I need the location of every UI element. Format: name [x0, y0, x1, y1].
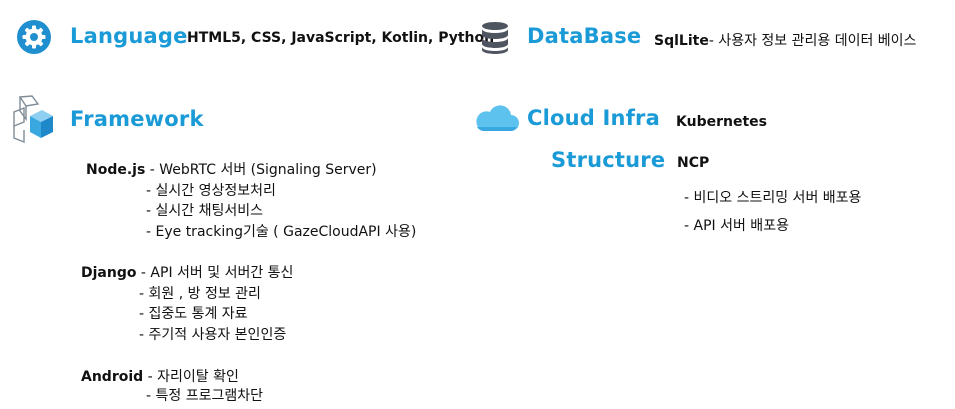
nodejs-line-4: - Eye tracking기술 ( GazeCloudAPI 사용) — [146, 224, 417, 240]
android-block: Android - 자리이탈 확인 — [81, 366, 239, 386]
database-description: - 사용자 정보 관리용 데이터 베이스 — [708, 33, 917, 49]
framework-heading: Framework — [70, 107, 204, 131]
django-block: Django - API 서버 및 서버간 통신 — [81, 262, 293, 282]
cloud-heading-line-2: Structure — [551, 148, 666, 172]
django-line-3: - 집중도 통계 자료 — [139, 306, 248, 322]
nodejs-line-2: - 실시간 영상정보처리 — [146, 183, 276, 199]
language-heading: Language — [70, 24, 188, 48]
framework-cubes-icon — [10, 94, 54, 144]
database-value: SqlLite- 사용자 정보 관리용 데이터 베이스 — [654, 30, 916, 50]
cloud-item-1: - 비디오 스트리밍 서버 배포용 — [684, 190, 862, 206]
gear-icon — [16, 19, 52, 55]
django-line-1: - API 서버 및 서버간 통신 — [136, 265, 294, 281]
nodejs-block: Node.js - WebRTC 서버 (Signaling Server) — [86, 159, 377, 179]
android-line-1: - 자리이탈 확인 — [143, 369, 239, 385]
cloud-icon — [473, 103, 519, 133]
nodejs-line-1: - WebRTC 서버 (Signaling Server) — [145, 162, 377, 178]
cloud-heading-line-1: Cloud Infra — [527, 106, 660, 130]
database-engine: SqlLite — [654, 33, 709, 49]
cloud-value-kubernetes: Kubernetes — [676, 114, 767, 130]
android-label: Android — [81, 369, 144, 385]
django-line-4: - 주기적 사용자 본인인증 — [139, 327, 287, 343]
android-line-2: - 특정 프로그램차단 — [146, 388, 263, 404]
cloud-item-2: - API 서버 배포용 — [684, 218, 789, 234]
nodejs-line-3: - 실시간 채팅서비스 — [146, 203, 263, 219]
database-icon — [480, 21, 510, 55]
language-value: HTML5, CSS, JavaScript, Kotlin, Python — [187, 30, 495, 46]
cloud-value-ncp: NCP — [677, 155, 710, 171]
nodejs-label: Node.js — [86, 162, 146, 178]
django-line-2: - 회원 , 방 정보 관리 — [139, 286, 261, 302]
database-heading: DataBase — [527, 24, 642, 48]
django-label: Django — [81, 265, 137, 281]
